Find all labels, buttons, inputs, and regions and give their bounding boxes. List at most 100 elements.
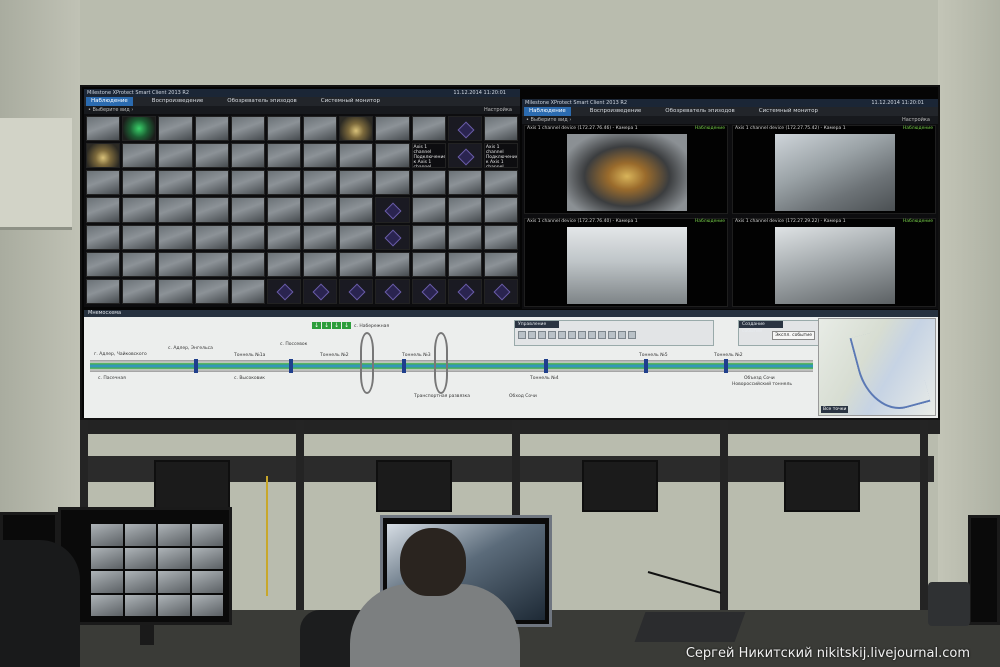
right-tab-sequence-explorer[interactable]: Обозреватель эпизодов — [660, 107, 739, 116]
camera-tile-empty[interactable] — [339, 278, 374, 304]
camera-tile[interactable] — [483, 170, 518, 196]
camera-tile[interactable] — [375, 116, 410, 142]
camera-tile[interactable] — [230, 224, 265, 250]
layout-icon[interactable] — [618, 331, 626, 339]
camera-tile[interactable] — [230, 278, 265, 304]
sensor-marker[interactable] — [644, 359, 648, 373]
camera-tile[interactable] — [194, 143, 229, 169]
sensor-marker[interactable] — [289, 359, 293, 373]
camera-tile-empty[interactable] — [375, 224, 410, 250]
sensor-marker[interactable] — [402, 359, 406, 373]
camera-tile[interactable] — [411, 116, 446, 142]
camera-tile-empty[interactable] — [447, 278, 482, 304]
camera-tile[interactable] — [86, 224, 121, 250]
camera-tile[interactable] — [303, 197, 338, 223]
camera-tile[interactable] — [339, 197, 374, 223]
camera-tile[interactable] — [158, 170, 193, 196]
camera-tile[interactable] — [339, 116, 374, 142]
camera-tile[interactable] — [266, 197, 301, 223]
camera-tile[interactable] — [266, 143, 301, 169]
camera-tile[interactable] — [86, 143, 121, 169]
right-tab-playback[interactable]: Воспроизведение — [585, 107, 646, 116]
camera-tile[interactable] — [230, 143, 265, 169]
sensor-marker[interactable] — [724, 359, 728, 373]
layout-icon[interactable] — [608, 331, 616, 339]
sensor-marker[interactable] — [194, 359, 198, 373]
left-tab-sequence-explorer[interactable]: Обозреватель эпизодов — [222, 97, 301, 106]
camera-tile[interactable] — [303, 143, 338, 169]
layout-icon[interactable] — [558, 331, 566, 339]
camera-tile[interactable] — [122, 116, 157, 142]
camera-tile[interactable] — [303, 224, 338, 250]
right-tab-live[interactable]: Наблюдение — [524, 107, 571, 116]
camera-tile[interactable] — [447, 170, 482, 196]
left-tab-system-monitor[interactable]: Системный монитор — [316, 97, 385, 106]
right-view-selector[interactable]: • Выберите вид › — [526, 117, 571, 123]
camera-tile[interactable] — [483, 116, 518, 142]
left-setup-button[interactable]: Настройка — [484, 106, 512, 114]
camera-tile[interactable] — [122, 170, 157, 196]
camera-tile-empty[interactable] — [447, 143, 482, 169]
region-minimap[interactable]: Все точки — [818, 318, 936, 416]
left-tab-playback[interactable]: Воспроизведение — [147, 97, 208, 106]
camera-tile[interactable] — [447, 197, 482, 223]
camera-tile-empty[interactable] — [303, 278, 338, 304]
camera-tile[interactable] — [375, 143, 410, 169]
camera-tile[interactable] — [122, 278, 157, 304]
camera-tile[interactable] — [303, 116, 338, 142]
camera-tile[interactable] — [86, 170, 121, 196]
camera-tile-empty[interactable] — [483, 278, 518, 304]
camera-tile[interactable] — [86, 197, 121, 223]
camera-tile[interactable] — [266, 251, 301, 277]
camera-tile[interactable] — [411, 224, 446, 250]
left-tab-live[interactable]: Наблюдение — [86, 97, 133, 106]
camera-tile[interactable] — [194, 116, 229, 142]
layout-icon[interactable] — [578, 331, 586, 339]
camera-tile[interactable] — [266, 224, 301, 250]
camera-tile[interactable] — [411, 197, 446, 223]
camera-tile[interactable] — [266, 170, 301, 196]
all-points-button[interactable]: Все точки — [821, 406, 849, 413]
camera-tile[interactable] — [158, 116, 193, 142]
camera-tile-empty[interactable] — [375, 278, 410, 304]
camera-tile[interactable] — [122, 251, 157, 277]
camera-tile[interactable] — [375, 170, 410, 196]
layout-icon[interactable] — [538, 331, 546, 339]
camera-tile[interactable] — [194, 278, 229, 304]
camera-tile[interactable] — [483, 224, 518, 250]
camera-tile[interactable] — [411, 170, 446, 196]
camera-tile[interactable] — [122, 197, 157, 223]
camera-tile[interactable] — [194, 170, 229, 196]
layout-icon[interactable] — [588, 331, 596, 339]
camera-tile[interactable] — [158, 143, 193, 169]
camera-tile-empty[interactable] — [447, 116, 482, 142]
camera-view-highway[interactable]: Axis 1 channel device (172.27.75.42) - К… — [732, 125, 936, 214]
camera-tile[interactable] — [122, 224, 157, 250]
camera-tile[interactable] — [447, 251, 482, 277]
camera-tile[interactable] — [303, 170, 338, 196]
layout-icon[interactable] — [518, 331, 526, 339]
camera-tile[interactable] — [86, 251, 121, 277]
camera-tile[interactable] — [194, 224, 229, 250]
layout-icon[interactable] — [598, 331, 606, 339]
right-tab-system-monitor[interactable]: Системный монитор — [754, 107, 823, 116]
camera-tile[interactable] — [339, 224, 374, 250]
camera-tile[interactable] — [230, 197, 265, 223]
camera-tile[interactable] — [230, 251, 265, 277]
right-setup-button[interactable]: Настройка — [902, 116, 930, 124]
camera-tile[interactable] — [339, 251, 374, 277]
camera-tile[interactable] — [194, 197, 229, 223]
camera-tile[interactable] — [122, 143, 157, 169]
camera-tile[interactable] — [158, 251, 193, 277]
camera-tile[interactable] — [339, 170, 374, 196]
camera-tile[interactable] — [158, 224, 193, 250]
camera-tile-empty[interactable] — [411, 278, 446, 304]
camera-tile[interactable] — [230, 116, 265, 142]
camera-tile[interactable] — [230, 170, 265, 196]
layout-icon[interactable] — [548, 331, 556, 339]
camera-tile[interactable] — [483, 197, 518, 223]
camera-tile[interactable] — [158, 278, 193, 304]
left-view-selector[interactable]: • Выберите вид › — [88, 107, 133, 113]
sensor-marker[interactable] — [544, 359, 548, 373]
event-button[interactable]: Экспл. событие — [772, 331, 815, 340]
